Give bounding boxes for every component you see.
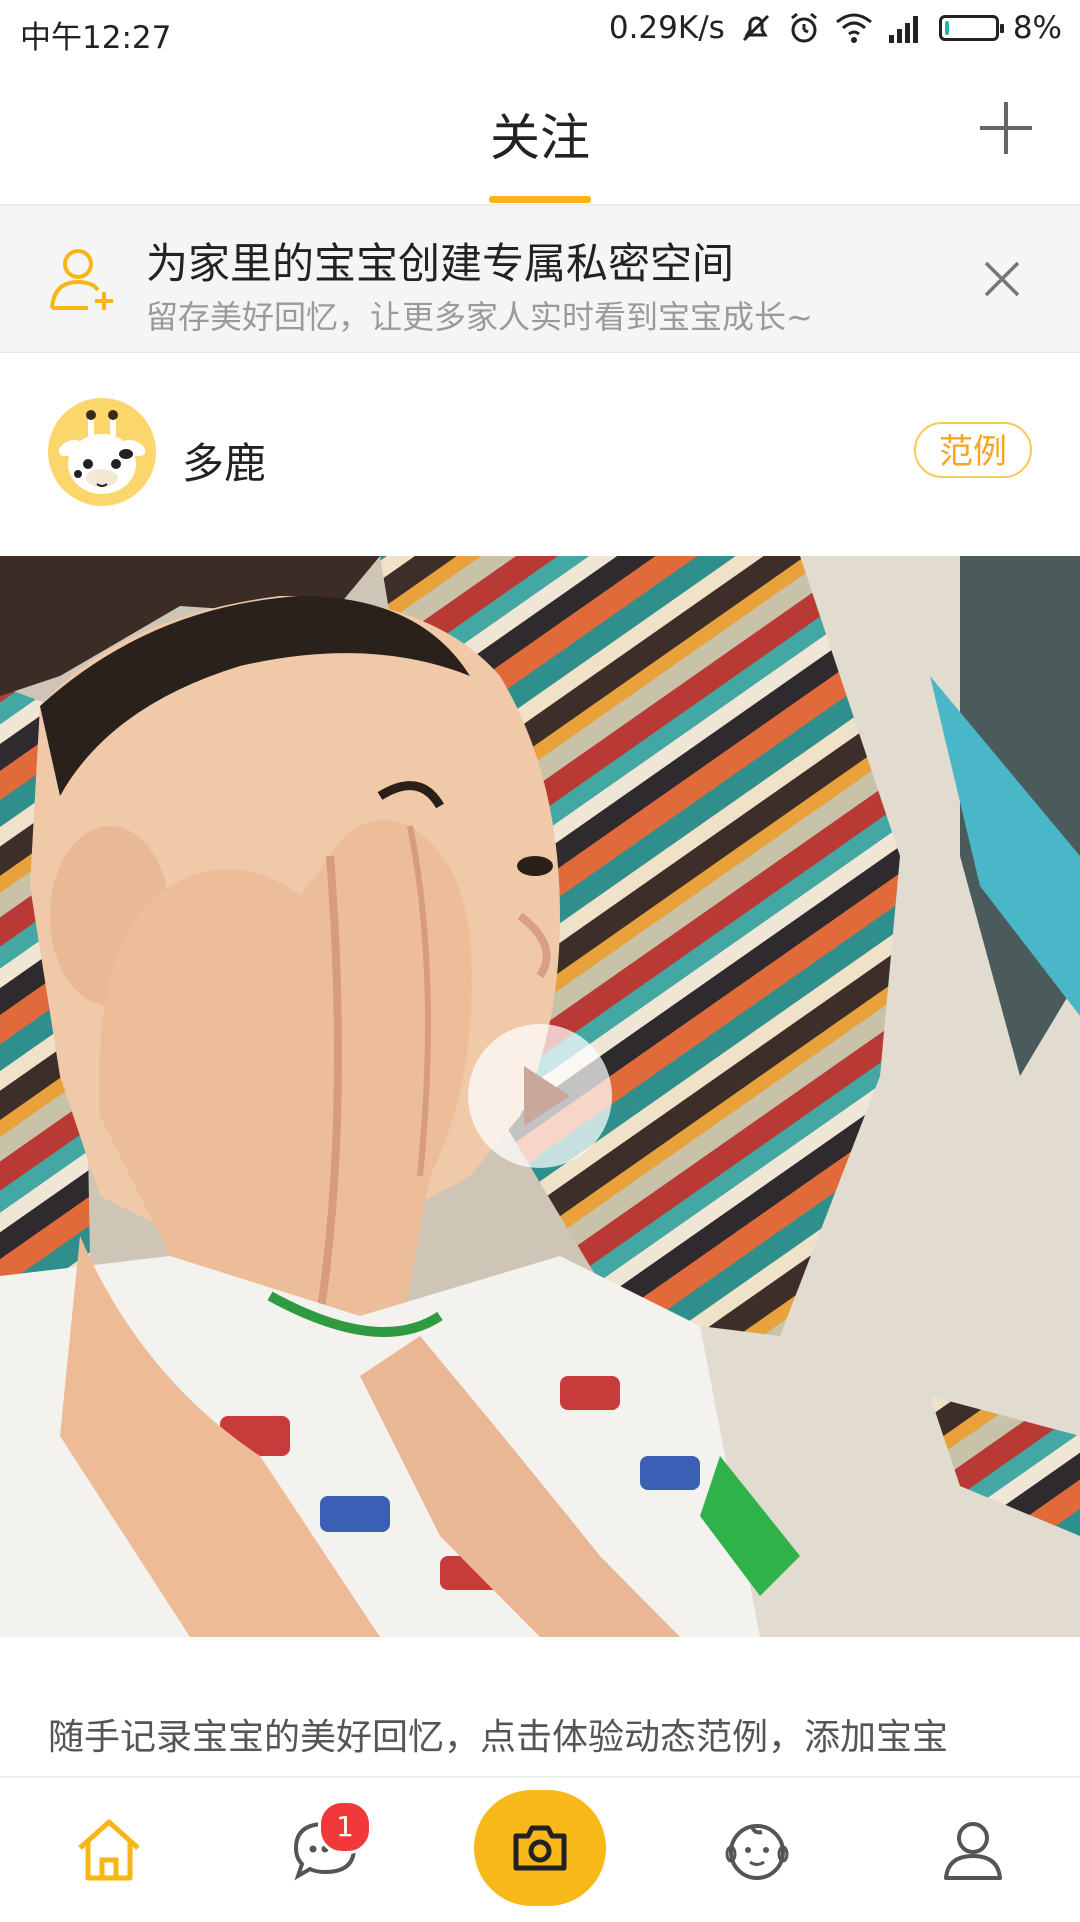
header-bar: 关注 [0,60,1080,206]
author-name[interactable]: 多鹿 [182,430,266,491]
battery-percent: 8% [1012,10,1062,46]
banner-title: 为家里的宝宝创建专属私密空间 [146,239,735,288]
tab-active-indicator [489,196,591,203]
nav-baby[interactable] [696,1778,816,1922]
create-space-banner[interactable]: 为家里的宝宝创建专属私密空间 留存美好回忆，让更多家人实时看到宝宝成长~ [0,206,1080,353]
play-icon [524,1066,570,1126]
status-bar: 中午12:27 0.29K/s 8% [0,0,1080,60]
camera-button[interactable] [474,1790,606,1906]
message-count-badge: 1 [318,1800,372,1854]
play-button[interactable] [468,1024,612,1168]
person-icon [944,1822,1002,1880]
signal-icon [887,13,925,43]
baby-face-icon [725,1824,789,1880]
camera-icon [513,1825,567,1871]
add-button[interactable] [978,100,1034,156]
status-time: 中午12:27 [20,20,172,56]
plus-icon [980,102,1032,154]
alarm-icon [787,11,821,45]
close-icon[interactable] [984,261,1020,301]
giraffe-avatar-icon [58,410,146,494]
tab-follow[interactable]: 关注 [0,98,1080,170]
mute-icon [739,11,773,45]
banner-subtitle: 留存美好回忆，让更多家人实时看到宝宝成长~ [146,298,813,336]
nav-messages[interactable] [264,1778,384,1922]
network-speed: 0.29K/s [608,10,725,46]
home-icon [78,1819,140,1881]
example-badge[interactable]: 范例 [914,422,1032,478]
user-plus-icon [48,246,118,316]
avatar[interactable] [48,398,156,506]
nav-home[interactable] [48,1778,168,1922]
post-author-row: 多鹿 范例 [0,352,1080,556]
wifi-icon [835,12,873,44]
nav-profile[interactable] [912,1778,1032,1922]
post-caption: 随手记录宝宝的美好回忆，点击体验动态范例，添加宝宝 [48,1717,949,1758]
battery-icon [938,15,1004,41]
